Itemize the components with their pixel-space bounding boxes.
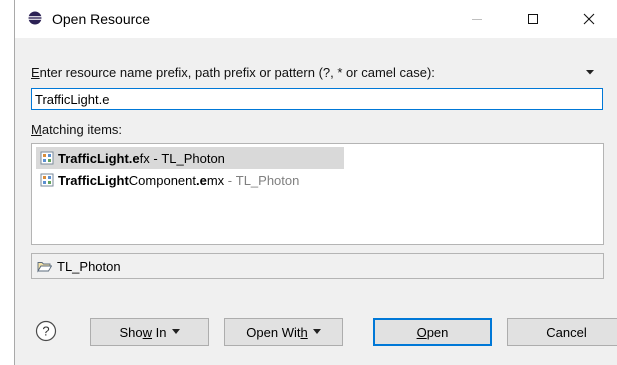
result-name-match: TrafficLight.e: [58, 150, 140, 166]
open-label-rest: pen: [426, 324, 449, 340]
result-separator: -: [224, 172, 236, 188]
efx-file-icon: [40, 151, 54, 165]
open-with-label: Open With: [246, 325, 307, 340]
maximize-icon: [528, 14, 538, 24]
open-resource-dialog: Open Resource Enter resource name prefix…: [15, 0, 617, 365]
show-in-label-b: In: [152, 324, 167, 340]
result-name-rest: fx: [139, 150, 150, 166]
pattern-prompt-label: Enter resource name prefix, path prefix …: [31, 65, 435, 80]
help-icon[interactable]: ?: [35, 320, 57, 342]
cancel-label: Cancel: [546, 324, 587, 340]
list-item[interactable]: TrafficLight.e fx - TL_Photon: [36, 147, 344, 169]
minimize-button[interactable]: [455, 4, 499, 34]
location-status-bar: TL_Photon: [31, 253, 604, 279]
result-name-match: TrafficLight: [58, 172, 129, 188]
show-in-label-a: Sho: [119, 324, 143, 340]
close-button[interactable]: [567, 4, 611, 34]
show-in-label: Show In: [120, 325, 167, 340]
list-item[interactable]: TrafficLight Component .e mx - TL_Photon: [36, 169, 299, 191]
location-label: TL_Photon: [57, 258, 121, 274]
resource-search-input[interactable]: [31, 88, 603, 110]
cancel-button[interactable]: Cancel: [507, 318, 617, 346]
chevron-down-icon: [312, 328, 321, 334]
open-button[interactable]: Open: [373, 318, 492, 346]
show-in-button[interactable]: Show In: [90, 318, 209, 346]
chevron-down-icon: [171, 328, 180, 334]
show-in-mnemonic: w: [142, 324, 153, 340]
matching-items-label: Matching items:: [31, 122, 122, 137]
minimize-icon: [472, 19, 482, 20]
open-with-button[interactable]: Open With: [224, 318, 343, 346]
result-name-middle: Component: [128, 172, 196, 188]
title-bar[interactable]: Open Resource: [15, 0, 617, 38]
result-name-match-2: .e: [196, 172, 207, 188]
emx-file-icon: [40, 173, 54, 187]
result-name-rest: mx: [206, 172, 225, 188]
matching-items-list[interactable]: TrafficLight.e fx - TL_Photon TrafficLigh…: [31, 143, 604, 245]
close-icon: [583, 13, 595, 25]
open-with-mnemonic: h: [300, 324, 308, 340]
result-project: TL_Photon: [161, 150, 225, 166]
screen: Open Resource Enter resource name prefix…: [0, 0, 617, 365]
result-project: TL_Photon: [235, 172, 300, 188]
open-with-label-a: Open Wit: [246, 324, 301, 340]
matching-items-text: atching items:: [41, 122, 123, 137]
folder-open-icon: [37, 261, 52, 273]
svg-text:?: ?: [42, 324, 49, 339]
eclipse-icon: [28, 11, 42, 25]
view-menu-icon[interactable]: [583, 66, 597, 78]
mnemonic-e: E: [31, 65, 40, 80]
pattern-prompt-text: nter resource name prefix, path prefix o…: [39, 65, 435, 80]
result-separator: -: [149, 150, 162, 166]
window-title: Open Resource: [52, 11, 151, 27]
open-mnemonic: O: [416, 324, 427, 340]
open-label: Open: [417, 325, 449, 340]
maximize-button[interactable]: [511, 4, 555, 34]
mnemonic-m: M: [31, 122, 42, 137]
